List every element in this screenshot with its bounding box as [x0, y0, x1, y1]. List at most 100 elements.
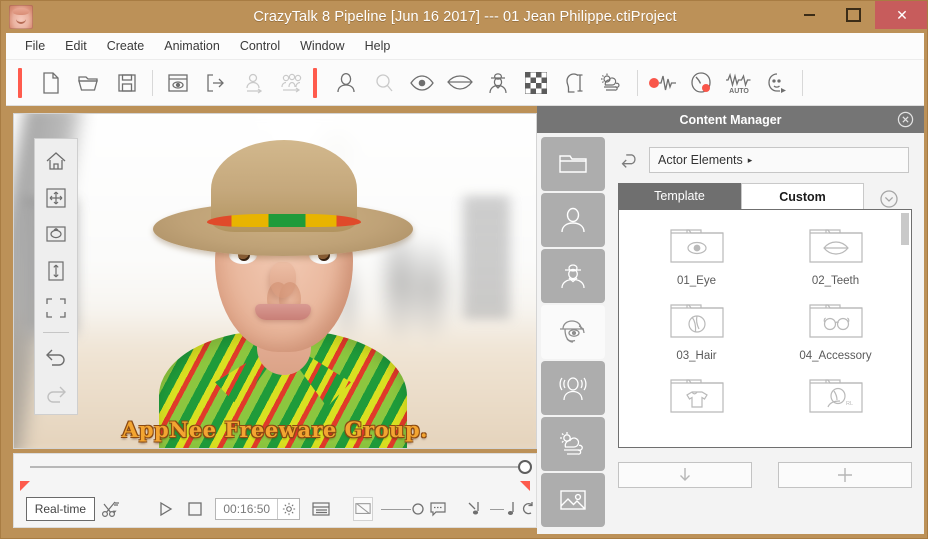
apply-button[interactable]: [618, 462, 752, 488]
folder-hair-icon: [667, 299, 727, 343]
grid-item-label: 02_Teeth: [811, 275, 860, 287]
menu-bar: File Edit Create Animation Control Windo…: [6, 33, 924, 60]
export-group-icon: [273, 64, 311, 102]
add-button[interactable]: [778, 462, 912, 488]
scale-vertical-icon[interactable]: [39, 255, 73, 287]
menu-control[interactable]: Control: [231, 36, 289, 56]
mouth-icon[interactable]: [441, 64, 479, 102]
timeline-playhead[interactable]: [518, 460, 532, 474]
preview-viewport[interactable]: AppNee Freeware Group.: [13, 113, 537, 449]
menu-help[interactable]: Help: [356, 36, 400, 56]
menu-create[interactable]: Create: [98, 36, 154, 56]
grid-item[interactable]: 04_Accessory: [766, 299, 905, 362]
range-marker-start[interactable]: [20, 481, 30, 491]
subtitle-icon[interactable]: [427, 496, 448, 522]
avatar-character[interactable]: [153, 136, 413, 448]
minimize-button[interactable]: [787, 1, 831, 29]
stop-button[interactable]: [184, 496, 205, 522]
rail-tab-folder[interactable]: [541, 137, 605, 191]
maximize-button[interactable]: [831, 1, 875, 29]
avatar-mouth: [255, 304, 311, 320]
undo-icon[interactable]: [39, 341, 73, 373]
rail-tab-image[interactable]: [541, 473, 605, 527]
toolbar-group-marker: [18, 67, 22, 98]
head-motion-icon[interactable]: [758, 64, 796, 102]
tab-template[interactable]: Template: [618, 183, 741, 209]
export-icon[interactable]: [197, 64, 235, 102]
save-floppy-icon[interactable]: [108, 64, 146, 102]
menu-animation[interactable]: Animation: [155, 36, 229, 56]
rail-tab-avatar[interactable]: [541, 249, 605, 303]
loop-icon[interactable]: [520, 496, 536, 522]
grid-item-label: 04_Accessory: [799, 350, 872, 362]
playback-controls: Real-time 00:16:50: [14, 492, 536, 526]
head-measure-icon[interactable]: [555, 64, 593, 102]
close-button[interactable]: ✕: [875, 1, 927, 29]
music-track[interactable]: [489, 508, 504, 510]
grid-item-label: 03_Hair: [676, 350, 717, 362]
timecode-value: 00:16:50: [223, 502, 271, 516]
title-bar: CrazyTalk 8 Pipeline [Jun 16 2017] --- 0…: [1, 1, 927, 33]
range-marker-end[interactable]: [520, 481, 530, 491]
avatar-nose: [270, 262, 296, 298]
menu-window[interactable]: Window: [291, 36, 353, 56]
music-slider-icon[interactable]: [504, 496, 520, 522]
home-icon[interactable]: [39, 145, 73, 177]
face-puppet-record-icon[interactable]: [682, 64, 720, 102]
checkerboard-icon[interactable]: [517, 64, 555, 102]
toolbar-group-marker-2: [313, 67, 317, 98]
toolbar-divider-2: [637, 69, 638, 96]
head-actor-icon[interactable]: [327, 64, 365, 102]
weather-wind-icon[interactable]: [593, 64, 631, 102]
back-arrow-icon[interactable]: [617, 149, 641, 171]
path-breadcrumb[interactable]: Actor Elements ▸: [649, 147, 909, 173]
auto-motion-icon[interactable]: AUTO: [720, 64, 758, 102]
eye-icon[interactable]: [403, 64, 441, 102]
grid-item[interactable]: RL: [766, 374, 905, 425]
timecode-gear-icon[interactable]: [277, 499, 299, 519]
volume-slider-icon[interactable]: [411, 496, 425, 522]
new-document-icon[interactable]: [32, 64, 70, 102]
content-grid: 01_Eye 02_Teeth 03_Hair 04_Accessory RL: [619, 210, 911, 437]
menu-file[interactable]: File: [16, 36, 54, 56]
menu-edit[interactable]: Edit: [56, 36, 96, 56]
avatar-body-icon[interactable]: [479, 64, 517, 102]
grid-item[interactable]: [627, 374, 766, 425]
close-circle-icon[interactable]: [897, 111, 914, 128]
redo-icon: [39, 377, 73, 409]
app-icon: [9, 5, 33, 29]
content-grid-container[interactable]: 01_Eye 02_Teeth 03_Hair 04_Accessory RL: [618, 209, 912, 448]
scissors-dropdown-icon[interactable]: [101, 496, 123, 522]
content-manager-body: Actor Elements ▸ Template Custom 01_Eye …: [609, 137, 921, 531]
timeline-list-icon[interactable]: [310, 496, 331, 522]
rail-tab-scene[interactable]: [541, 417, 605, 471]
timeline-track[interactable]: [30, 466, 518, 468]
preview-window-icon[interactable]: [159, 64, 197, 102]
grid-item[interactable]: 02_Teeth: [766, 224, 905, 287]
record-audio-wave-icon[interactable]: [644, 64, 682, 102]
timecode-field[interactable]: 00:16:50: [215, 498, 301, 520]
rail-tab-actor-elements[interactable]: [541, 305, 605, 359]
chevron-down-circle-icon[interactable]: [874, 189, 904, 209]
open-folder-icon[interactable]: [70, 64, 108, 102]
play-button[interactable]: [155, 496, 176, 522]
screen-mute-icon[interactable]: [353, 497, 374, 521]
avatar-hat-band: [207, 214, 361, 227]
volume-track[interactable]: [381, 508, 412, 510]
rail-tab-head-motion[interactable]: [541, 361, 605, 415]
rotate-icon[interactable]: [39, 218, 73, 250]
content-scrollbar[interactable]: [901, 212, 909, 447]
toolbar-divider-3: [802, 69, 803, 96]
tab-custom[interactable]: Custom: [741, 183, 864, 209]
grid-item[interactable]: 03_Hair: [627, 299, 766, 362]
folder-glasses-icon: [806, 299, 866, 343]
background-frames-right: [462, 197, 510, 318]
fit-frame-icon[interactable]: [39, 292, 73, 324]
rail-tab-head[interactable]: [541, 193, 605, 247]
grid-item[interactable]: 01_Eye: [627, 224, 766, 287]
realtime-button[interactable]: Real-time: [26, 497, 95, 521]
content-scrollbar-thumb[interactable]: [901, 213, 909, 245]
note-mute-icon[interactable]: [464, 496, 485, 522]
toolbar-divider: [152, 69, 153, 96]
move-icon[interactable]: [39, 182, 73, 214]
